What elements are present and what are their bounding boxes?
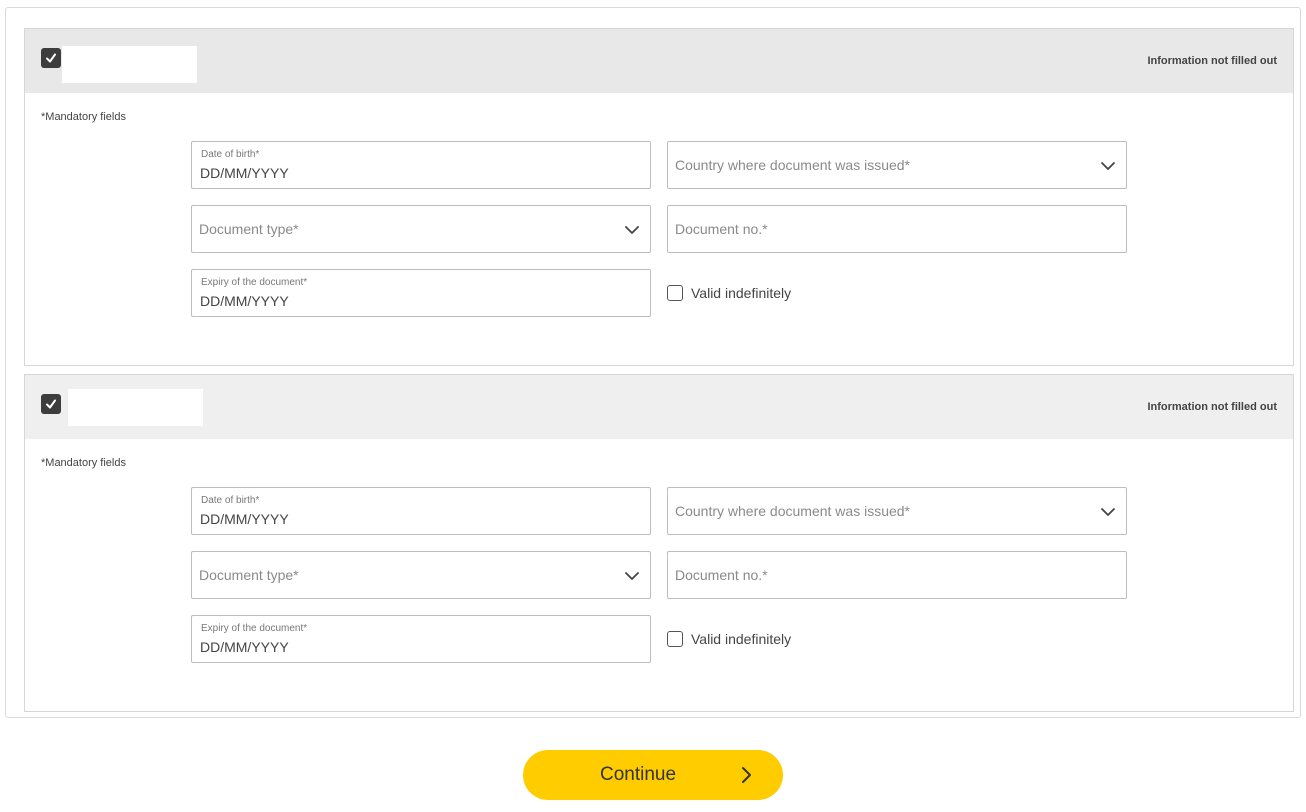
country-issued-select[interactable]: Country where document was issued* — [667, 141, 1127, 189]
status-text: Information not filled out — [1147, 401, 1277, 413]
chevron-down-icon — [1101, 508, 1115, 516]
document-expiry-label: Expiry of the document* — [201, 623, 308, 634]
checkmark-icon — [46, 53, 56, 63]
passenger-card: Information not filled out *Mandatory fi… — [24, 374, 1294, 712]
document-expiry-label: Expiry of the document* — [201, 277, 308, 288]
country-issued-placeholder: Country where document was issued* — [675, 503, 911, 519]
country-issued-select[interactable]: Country where document was issued* — [667, 487, 1127, 535]
document-expiry-value: DD/MM/YYYY — [200, 639, 289, 655]
chevron-down-icon — [625, 572, 639, 580]
document-type-select[interactable]: Document type* — [191, 205, 651, 253]
mandatory-fields-note: *Mandatory fields — [41, 457, 126, 469]
valid-indefinitely-option[interactable]: Valid indefinitely — [667, 284, 791, 302]
passenger-name-redacted — [68, 389, 203, 426]
date-of-birth-field[interactable]: Date of birth* DD/MM/YYYY — [191, 487, 651, 535]
date-of-birth-field[interactable]: Date of birth* DD/MM/YYYY — [191, 141, 651, 189]
passenger-header[interactable]: Information not filled out — [25, 375, 1293, 439]
passenger-documents-panel: Information not filled out *Mandatory fi… — [5, 7, 1301, 718]
passenger-checkbox[interactable] — [41, 394, 61, 414]
date-of-birth-value: DD/MM/YYYY — [200, 511, 289, 527]
document-expiry-value: DD/MM/YYYY — [200, 293, 289, 309]
document-number-field[interactable]: Document no.* — [667, 551, 1127, 599]
country-issued-placeholder: Country where document was issued* — [675, 157, 911, 173]
document-expiry-field[interactable]: Expiry of the document* DD/MM/YYYY — [191, 269, 651, 317]
document-type-placeholder: Document type* — [199, 567, 299, 583]
valid-indefinitely-label: Valid indefinitely — [691, 631, 792, 647]
passenger-checkbox[interactable] — [41, 48, 61, 68]
mandatory-fields-note: *Mandatory fields — [41, 111, 126, 123]
passenger-header[interactable]: Information not filled out — [25, 29, 1293, 93]
passenger-card: Information not filled out *Mandatory fi… — [24, 28, 1294, 366]
date-of-birth-value: DD/MM/YYYY — [200, 165, 289, 181]
document-expiry-field[interactable]: Expiry of the document* DD/MM/YYYY — [191, 615, 651, 663]
document-number-placeholder: Document no.* — [675, 567, 768, 583]
valid-indefinitely-checkbox[interactable] — [667, 631, 683, 647]
chevron-right-icon — [742, 767, 751, 783]
valid-indefinitely-option[interactable]: Valid indefinitely — [667, 630, 791, 648]
document-number-field[interactable]: Document no.* — [667, 205, 1127, 253]
valid-indefinitely-checkbox[interactable] — [667, 285, 683, 301]
continue-label: Continue — [600, 764, 677, 785]
document-type-placeholder: Document type* — [199, 221, 299, 237]
continue-button[interactable]: Continue — [523, 750, 783, 800]
passenger-name-redacted — [62, 46, 197, 83]
chevron-down-icon — [1101, 162, 1115, 170]
document-type-select[interactable]: Document type* — [191, 551, 651, 599]
status-text: Information not filled out — [1147, 55, 1277, 67]
checkmark-icon — [46, 399, 56, 409]
valid-indefinitely-label: Valid indefinitely — [691, 285, 792, 301]
chevron-down-icon — [625, 226, 639, 234]
document-number-placeholder: Document no.* — [675, 221, 768, 237]
date-of-birth-label: Date of birth* — [201, 149, 260, 160]
date-of-birth-label: Date of birth* — [201, 495, 260, 506]
